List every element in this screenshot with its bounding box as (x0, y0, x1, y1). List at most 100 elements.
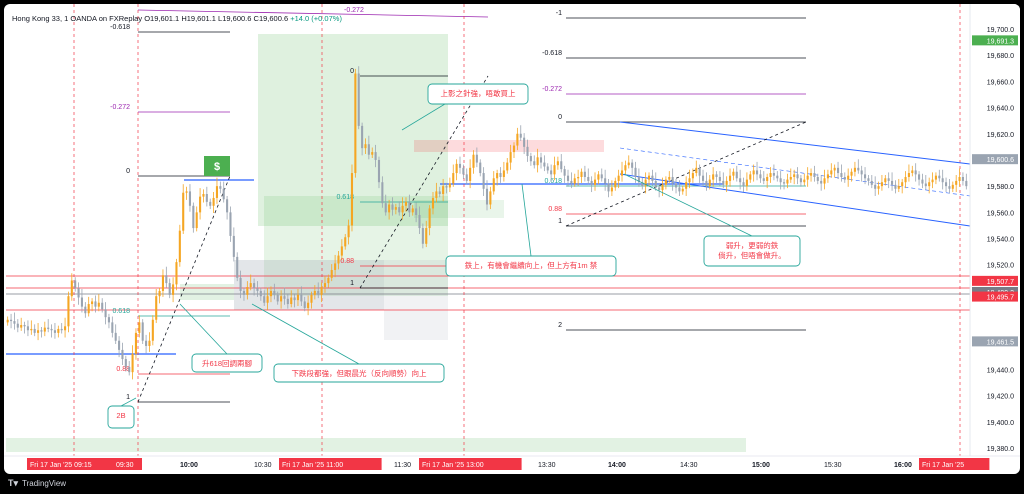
candle-body-70 (242, 290, 246, 295)
candle-body-24 (87, 304, 90, 314)
callout-text-5-0: 2B (116, 411, 125, 420)
candle-body-280 (951, 184, 954, 189)
candle-body-236 (803, 179, 806, 183)
candle-body-162 (553, 165, 556, 175)
x-tick-label-12: 16:00 (894, 462, 912, 469)
candle-body-125 (428, 208, 431, 229)
candle-body-226 (769, 173, 772, 177)
candle-body-192 (654, 180, 657, 188)
candle-body-123 (421, 228, 424, 244)
candle-body-23 (84, 306, 87, 314)
candle-body-50 (175, 262, 178, 285)
candle-body-13 (50, 328, 53, 331)
candle-body-135 (462, 167, 465, 175)
candle-body-246 (836, 167, 840, 174)
tv-logo-icon: T▾ (8, 478, 19, 488)
candle-body-32 (114, 332, 117, 341)
candle-body-231 (786, 179, 789, 184)
tradingview-logo[interactable]: T▾ TradingView (8, 478, 66, 489)
candle-body-92 (317, 290, 320, 295)
candle-body-48 (168, 283, 171, 295)
candle-body-168 (573, 178, 576, 184)
candle-body-223 (759, 174, 762, 179)
candle-body-249 (847, 175, 850, 180)
fib-mid-label-2: 0.88 (340, 258, 354, 265)
candle-body-144 (492, 178, 495, 192)
candle-body-9 (37, 330, 40, 333)
candle-body-169 (577, 176, 580, 179)
candle-body-131 (448, 183, 451, 188)
symbol-name[interactable]: Hong Kong 33, 1 (12, 14, 68, 23)
candle-body-105 (361, 125, 364, 149)
candle-body-153 (523, 137, 526, 147)
candle-body-275 (934, 175, 937, 180)
candle-body-265 (901, 182, 904, 187)
candle-body-156 (533, 161, 536, 166)
fib-left-label-5: 1 (126, 394, 130, 401)
gray-box-right (384, 260, 448, 340)
fib-left-label-0: -0.618 (110, 24, 130, 31)
callout-text-2-0: 弱升，更弱的鉄 (726, 240, 779, 250)
candle-body-26 (94, 301, 97, 307)
high-value: 19,601.1 (186, 14, 216, 23)
candle-body-30 (107, 317, 110, 323)
candle-body-52 (182, 192, 185, 231)
candle-body-115 (394, 207, 397, 210)
candle-body-271 (921, 179, 924, 184)
y-tick-label-13: 19,380.0 (987, 446, 1014, 453)
y-tick-label-10: 19,440.0 (987, 368, 1014, 375)
candle-body-194 (661, 184, 664, 191)
price-chart[interactable]: -0.618 -0.272 0 0.618 0.88 1 0 0.618 0.88 1 -0.272… (4, 4, 1020, 474)
symbol-header: Hong Kong 33, 1 OANDA on FXReplay O19,60… (12, 14, 342, 23)
candle-body-170 (580, 171, 583, 177)
candle-body-75 (259, 290, 262, 297)
candle-body-63 (219, 186, 222, 189)
candle-body-85 (293, 297, 296, 301)
candle-body-86 (296, 294, 300, 301)
candle-body-31 (111, 322, 114, 333)
candle-body-195 (664, 179, 667, 185)
candle-body-171 (583, 171, 586, 177)
candle-body-6 (26, 326, 29, 331)
candle-body-160 (546, 166, 549, 171)
candle-body-274 (931, 179, 934, 183)
candle-body-81 (280, 296, 283, 302)
candle-body-132 (452, 173, 455, 184)
candle-body-269 (914, 170, 917, 175)
candle-body-264 (897, 186, 900, 189)
chart-pane[interactable]: -0.618 -0.272 0 0.618 0.88 1 0 0.618 0.88 1 -0.272… (4, 4, 1020, 474)
candle-body-270 (918, 174, 921, 180)
x-tick-label-9: 14:30 (680, 462, 698, 469)
fib-right-label-2: -0.272 (542, 86, 562, 93)
candle-body-279 (948, 186, 951, 189)
candle-body-103 (354, 73, 357, 174)
candle-body-12 (47, 327, 50, 329)
candle-body-35 (124, 359, 127, 367)
price-axis-bg (970, 4, 1020, 456)
x-tick-label-8: 14:00 (608, 462, 626, 469)
candle-body-186 (634, 167, 637, 177)
candle-body-228 (776, 175, 779, 179)
candle-body-29 (104, 309, 107, 318)
candle-body-185 (631, 162, 634, 168)
price-badge-label-6: 19,461.5 (987, 339, 1014, 346)
candle-body-139 (475, 154, 478, 163)
candle-body-283 (961, 176, 964, 181)
candle-body-104 (357, 73, 360, 126)
candle-body-40 (141, 322, 144, 341)
candle-body-212 (722, 180, 725, 185)
candle-body-262 (891, 180, 894, 185)
candle-body-224 (762, 178, 765, 181)
fib-right-label-5: 0.88 (548, 206, 562, 213)
candle-body-261 (887, 178, 890, 181)
candle-body-126 (431, 197, 435, 209)
candle-body-182 (620, 170, 624, 176)
candle-body-25 (91, 301, 94, 305)
candle-body-83 (286, 298, 289, 305)
candle-body-206 (701, 175, 705, 181)
candle-body-143 (489, 191, 492, 205)
candle-body-88 (303, 301, 306, 308)
candle-body-255 (867, 178, 870, 181)
candle-body-60 (209, 201, 212, 206)
fib-left-label-4: 0.88 (116, 366, 130, 373)
